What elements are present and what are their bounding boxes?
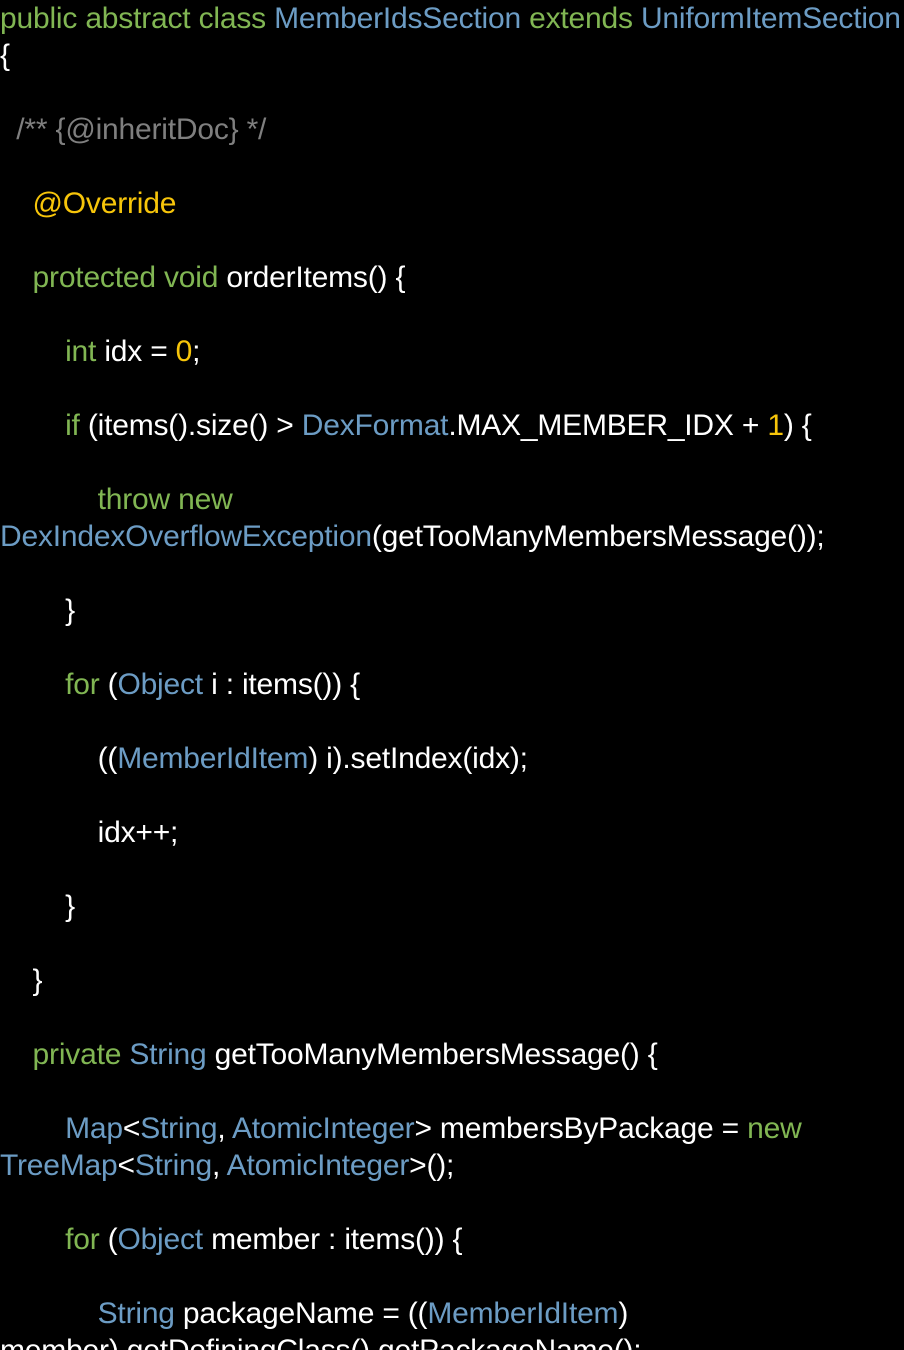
code-token-kw: protected void xyxy=(32,261,227,294)
code-token-txt: idx++; xyxy=(0,816,179,849)
code-line: for (Object member : items()) { xyxy=(0,1221,904,1258)
code-line: ((MemberIdItem) i).setIndex(idx); xyxy=(0,740,904,777)
code-token-txt: ) { xyxy=(783,409,812,442)
code-token-txt: ; xyxy=(192,335,201,368)
code-line: for (Object i : items()) { xyxy=(0,666,904,703)
code-token-txt: getTooManyMembersMessage() { xyxy=(206,1038,658,1071)
source-code-text[interactable]: public abstract class MemberIdsSection e… xyxy=(0,0,904,1350)
code-token-typ: String xyxy=(129,1038,207,1071)
code-token-txt: , xyxy=(217,1112,232,1145)
code-token-kw: for xyxy=(65,1223,108,1256)
code-line: if (items().size() > DexFormat.MAX_MEMBE… xyxy=(0,407,904,444)
code-token-txt: ( xyxy=(107,668,118,701)
code-line: idx++; xyxy=(0,814,904,851)
code-line: public abstract class MemberIdsSection e… xyxy=(0,0,904,74)
code-token-txt: packageName = (( xyxy=(174,1297,428,1330)
code-line: int idx = 0; xyxy=(0,333,904,370)
code-token-typ: String xyxy=(140,1112,218,1145)
code-token-kw: new xyxy=(747,1112,810,1145)
code-token-txt: i : items()) { xyxy=(202,668,360,701)
code-token-num: 0 xyxy=(175,335,193,368)
code-token-typ: Object xyxy=(117,668,203,701)
code-token-txt: idx = xyxy=(104,335,176,368)
code-line: } xyxy=(0,888,904,925)
code-token-typ: UniformItemSection xyxy=(640,2,901,35)
code-token-txt: (getTooManyMembersMessage()); xyxy=(371,520,825,553)
code-token-num: 1 xyxy=(767,409,784,442)
code-token-com: /** {@inheritDoc} */ xyxy=(0,113,267,146)
code-token-txt: } xyxy=(0,594,75,627)
code-token-kw: int xyxy=(65,335,105,368)
code-token-typ: MemberIdItem xyxy=(427,1297,619,1330)
code-line: } xyxy=(0,962,904,999)
code-token-txt: ( xyxy=(107,1223,118,1256)
code-token-txt: member : items()) { xyxy=(202,1223,463,1256)
code-token-kw: extends xyxy=(529,2,633,35)
code-line: /** {@inheritDoc} */ xyxy=(0,111,904,148)
code-line: String packageName = ((MemberIdItem) mem… xyxy=(0,1295,904,1350)
code-token-kw: for xyxy=(65,668,108,701)
code-token-typ: DexFormat xyxy=(301,409,449,442)
code-token-txt: (items().size() > xyxy=(87,409,302,442)
code-token-typ: MemberIdItem xyxy=(117,742,309,775)
code-token-typ: MemberIdsSection xyxy=(274,2,521,35)
code-token-txt: , xyxy=(212,1149,227,1182)
code-token-txt: > membersByPackage = xyxy=(414,1112,748,1145)
code-line: Map<String, AtomicInteger> membersByPack… xyxy=(0,1110,904,1184)
code-token-txt: ) i).setIndex(idx); xyxy=(308,742,528,775)
code-line: } xyxy=(0,592,904,629)
code-token-txt: .MAX_MEMBER_IDX + xyxy=(448,409,768,442)
code-token-txt: orderItems() { xyxy=(226,261,406,294)
code-line: throw new DexIndexOverflowException(getT… xyxy=(0,481,904,555)
code-token-kw: public abstract class xyxy=(0,2,275,35)
code-token-txt: < xyxy=(122,1112,141,1145)
code-token-typ: String xyxy=(97,1297,175,1330)
code-token-txt: (( xyxy=(0,742,118,775)
code-token-txt: < xyxy=(117,1149,136,1182)
code-token-typ: TreeMap xyxy=(0,1149,118,1182)
code-token-typ: DexIndexOverflowException xyxy=(0,520,372,553)
code-line: private String getTooManyMembersMessage(… xyxy=(0,1036,904,1073)
code-token-typ: Map xyxy=(65,1112,123,1145)
code-token-typ: AtomicInteger xyxy=(231,1112,415,1145)
code-token-typ: String xyxy=(134,1149,213,1182)
code-token-txt: >(); xyxy=(409,1149,455,1182)
code-line: protected void orderItems() { xyxy=(0,259,904,296)
code-token-kw: private xyxy=(32,1038,130,1071)
code-token-kw: throw new xyxy=(97,483,241,516)
code-token-typ: AtomicInteger xyxy=(226,1149,410,1182)
code-token-txt: } xyxy=(0,964,43,997)
code-viewer[interactable]: public abstract class MemberIdsSection e… xyxy=(0,0,904,1350)
code-token-kw: if xyxy=(65,409,88,442)
code-token-txt: } xyxy=(0,890,75,923)
code-line: @Override xyxy=(0,185,904,222)
code-token-ann: @Override xyxy=(32,187,177,220)
code-token-typ: Object xyxy=(117,1223,203,1256)
